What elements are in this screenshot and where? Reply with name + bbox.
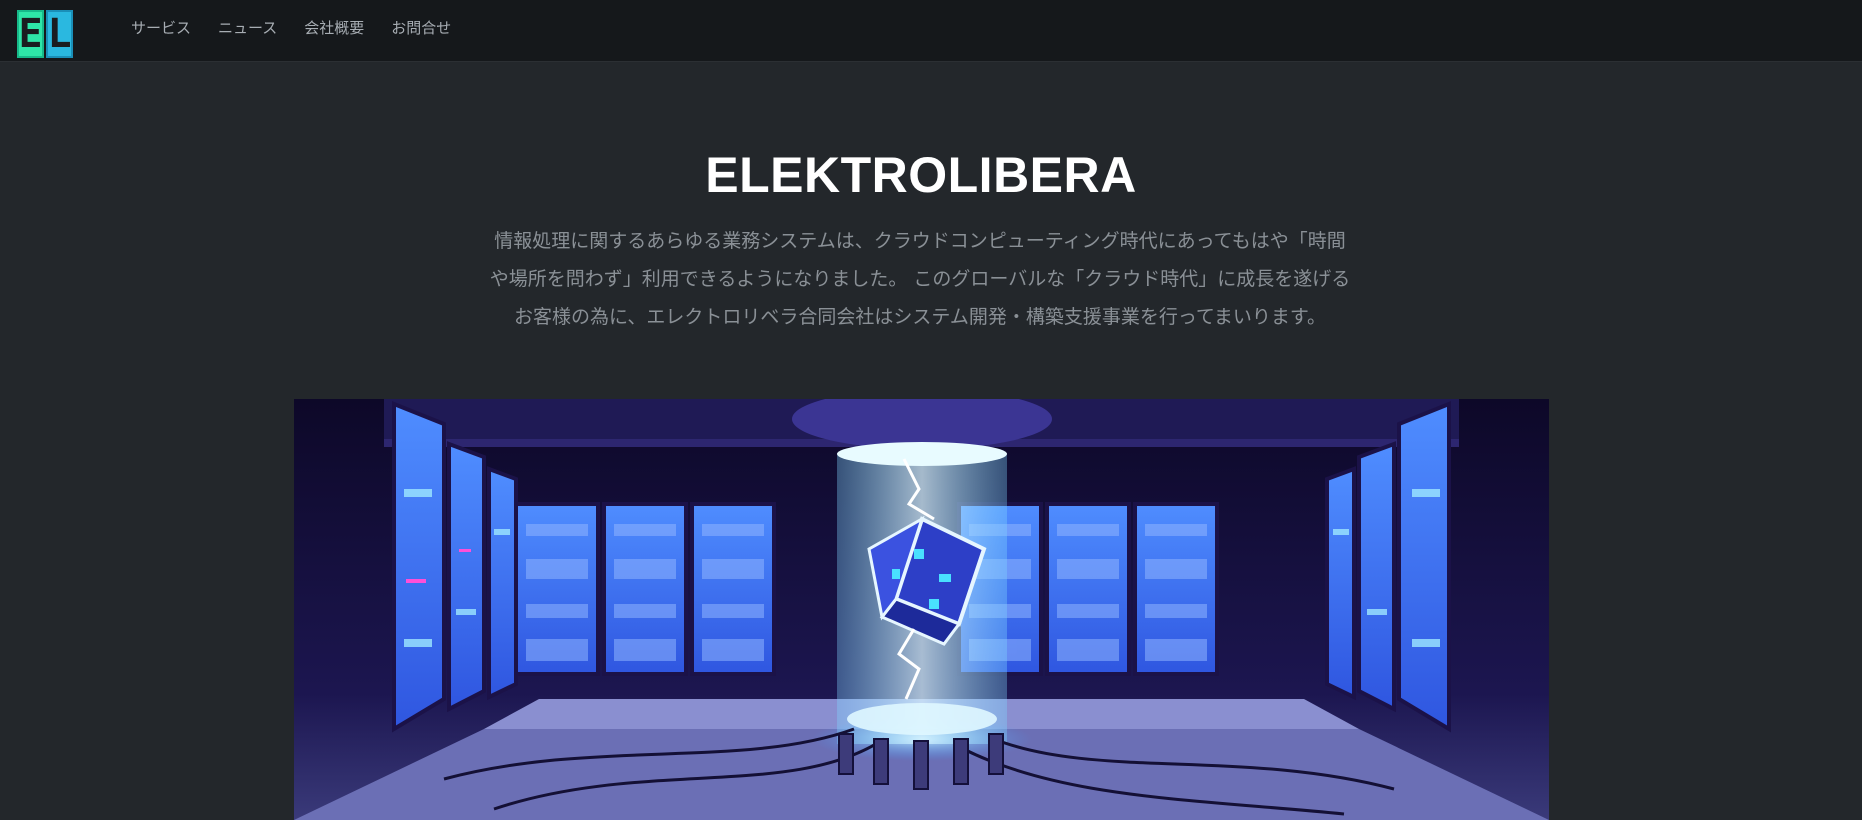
nav-link-about[interactable]: 会社概要 xyxy=(304,17,364,38)
hero-section: ELEKTROLIBERA 情報処理に関するあらゆる業務システムは、クラウドコン… xyxy=(0,62,1862,820)
hero-title: ELEKTROLIBERA xyxy=(705,147,1137,203)
brand-logo[interactable]: E L xyxy=(17,10,73,60)
logo-letter-e: E xyxy=(17,10,44,58)
nav-link-services[interactable]: サービス xyxy=(131,17,191,38)
nav-link-news[interactable]: ニュース xyxy=(218,17,277,38)
server-room-svg xyxy=(294,399,1549,820)
nav-link-contact[interactable]: お問合せ xyxy=(391,17,451,38)
hero-description: 情報処理に関するあらゆる業務システムは、クラウドコンピューティング時代にあっても… xyxy=(489,230,1351,328)
top-navbar: E L サービス ニュース 会社概要 お問合せ xyxy=(0,0,1862,62)
server-room-illustration xyxy=(294,399,1549,820)
logo-letter-l: L xyxy=(46,10,73,58)
nav-links: サービス ニュース 会社概要 お問合せ xyxy=(131,17,478,38)
